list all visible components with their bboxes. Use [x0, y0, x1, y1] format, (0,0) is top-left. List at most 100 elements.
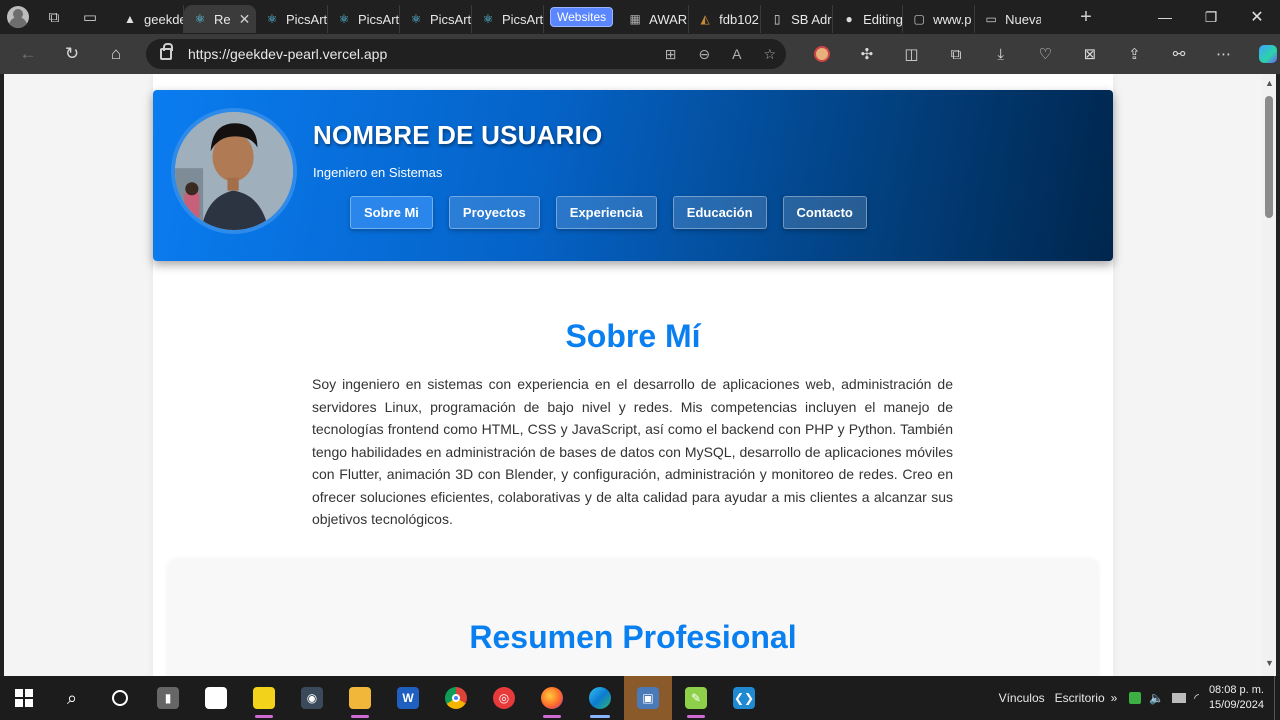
scroll-up-icon[interactable]: ▲	[1265, 78, 1274, 88]
screenshot-icon[interactable]: ⊠	[1068, 34, 1113, 74]
edge-icon	[589, 687, 611, 709]
taskbar-app-vscode[interactable]: ❮❯	[720, 676, 768, 720]
file-icon	[205, 687, 227, 709]
favorite-star-icon[interactable]: ☆	[763, 46, 776, 63]
volume-icon[interactable]: 🔈	[1149, 691, 1164, 705]
split-screen-icon[interactable]: ◫	[889, 34, 934, 74]
restore-icon[interactable]: ❐	[1188, 0, 1234, 34]
taskbar-app-remote-desktop[interactable]: ▣	[624, 676, 672, 720]
clock-time: 08:08 p. m.	[1208, 684, 1264, 696]
task-view-icon[interactable]	[96, 676, 144, 720]
vercel-icon: ▲	[124, 12, 136, 26]
zoom-icon[interactable]: ⊖	[698, 46, 710, 63]
profile-icon	[7, 6, 29, 28]
tab-picsart-3[interactable]: ⚛ PicsArt	[400, 5, 472, 33]
new-tab-plus-icon[interactable]: +	[1068, 0, 1104, 34]
scroll-down-icon[interactable]: ▼	[1265, 658, 1274, 668]
more-menu-icon[interactable]: ⋯	[1201, 34, 1246, 74]
lock-icon[interactable]	[160, 43, 173, 60]
profile-avatar[interactable]	[0, 0, 36, 34]
search-icon[interactable]: ⌕	[48, 676, 96, 720]
copilot-icon[interactable]	[1246, 34, 1280, 74]
tab-active-react[interactable]: ⚛ Re ✕	[184, 5, 256, 33]
downloads-icon[interactable]: ⤓	[978, 34, 1023, 74]
page-scrollbar[interactable]: ▲ ▼	[1262, 74, 1276, 676]
read-aloud-icon[interactable]: A	[732, 46, 741, 62]
sticky-notes-icon	[253, 687, 275, 709]
taskbar-app-firefox[interactable]	[528, 676, 576, 720]
tray-app-icon[interactable]	[1129, 692, 1142, 704]
back-icon[interactable]: ←	[6, 34, 50, 74]
app-install-icon[interactable]: ⊞	[665, 46, 677, 63]
taskbar-app-camera[interactable]: ◉	[288, 676, 336, 720]
collections-icon[interactable]: ⧉	[934, 34, 979, 74]
nav-sobre-mi-button[interactable]: Sobre Mi	[350, 196, 433, 229]
page-icon: ▦	[629, 12, 641, 26]
tab-label: SB Adr	[791, 11, 832, 27]
tab-label: PicsArt	[358, 11, 400, 27]
url-text[interactable]: https://geekdev-pearl.vercel.app	[188, 46, 387, 62]
taskbar-app-mic[interactable]: ▮	[144, 676, 192, 720]
tray-desktop-toolbar[interactable]: Escritorio	[1055, 691, 1105, 705]
address-bar[interactable]: https://geekdev-pearl.vercel.app ⊞ ⊖ A ☆	[146, 39, 786, 69]
taskbar-app-file-explorer[interactable]	[336, 676, 384, 720]
page-viewport: NOMBRE DE USUARIO Ingeniero en Sistemas …	[4, 74, 1262, 676]
wifi-icon[interactable]: ◜	[1194, 691, 1199, 705]
display-icon[interactable]	[1172, 693, 1187, 703]
tab-award[interactable]: ▦ AWARD	[619, 5, 690, 33]
extension-avatar-icon[interactable]	[800, 34, 845, 74]
show-desktop-button[interactable]	[1274, 676, 1280, 720]
performance-icon[interactable]: ♡	[1023, 34, 1068, 74]
tab-label: PicsArt	[286, 11, 328, 27]
address-bar-actions: ⊞ ⊖ A ☆	[665, 39, 776, 69]
taskbar-app-notepadpp[interactable]: ✎	[672, 676, 720, 720]
system-clock[interactable]: 08:08 p. m. 15/09/2024	[1209, 683, 1264, 713]
tab-fdb[interactable]: ◭ fdb102	[689, 5, 762, 33]
tab-www[interactable]: ▢ www.p	[903, 5, 976, 33]
react-icon: ⚛	[482, 12, 494, 26]
tab-sb-admin[interactable]: ▯ SB Adr	[761, 5, 834, 33]
nav-educacion-button[interactable]: Educación	[672, 196, 767, 229]
refresh-icon[interactable]: ↻	[50, 34, 94, 74]
firefox-icon	[541, 687, 563, 709]
scrollbar-thumb[interactable]	[1265, 96, 1273, 218]
word-icon: W	[397, 687, 419, 709]
close-tab-icon[interactable]: ✕	[239, 11, 251, 28]
microphone-app-icon: ▮	[157, 687, 179, 709]
taskbar-app-word[interactable]: W	[384, 676, 432, 720]
browser-essentials-icon[interactable]: ⚯	[1157, 34, 1202, 74]
chrome-icon	[445, 687, 467, 709]
tab-picsart-2[interactable]: ⚛ PicsArt	[328, 5, 400, 33]
browser-tab-strip: ⧉ ▭ ▲ geekde ⚛ Re ✕ ⚛ PicsArt ⚛ PicsArt …	[0, 0, 1280, 34]
toolbar-overflow-icon[interactable]: »	[1111, 691, 1118, 705]
taskbar-app-record[interactable]: ◎	[480, 676, 528, 720]
about-heading: Sobre Mí	[565, 318, 701, 354]
start-button[interactable]	[0, 676, 48, 720]
tab-new[interactable]: ▭ Nueva	[975, 5, 1041, 33]
extensions-icon[interactable]: ✣	[845, 34, 890, 74]
tray-links-toolbar[interactable]: Vínculos	[999, 691, 1045, 705]
taskbar-app-notepad[interactable]	[192, 676, 240, 720]
workspaces-icon[interactable]: ⧉	[36, 0, 72, 34]
taskbar-app-sticky-notes[interactable]	[240, 676, 288, 720]
user-role-subtitle: Ingeniero en Sistemas	[313, 165, 443, 180]
tab-picsart-4[interactable]: ⚛ PicsArt	[472, 5, 544, 33]
share-icon[interactable]: ⇪	[1112, 34, 1157, 74]
minimize-icon[interactable]: —	[1142, 0, 1188, 34]
tab-geekdev[interactable]: ▲ geekde	[114, 5, 184, 33]
tab-actions-icon[interactable]: ▭	[72, 0, 108, 34]
taskbar-app-edge[interactable]	[576, 676, 624, 720]
tab-editing[interactable]: ● Editing	[833, 5, 904, 33]
tab-group-websites[interactable]: Websites	[550, 7, 614, 27]
tab-label: PicsArt	[430, 11, 472, 27]
taskbar-app-chrome[interactable]	[432, 676, 480, 720]
close-window-icon[interactable]: ✕	[1234, 0, 1280, 34]
nav-experiencia-button[interactable]: Experiencia	[555, 196, 657, 229]
home-icon[interactable]: ⌂	[94, 34, 138, 74]
tab-picsart-1[interactable]: ⚛ PicsArt	[256, 5, 328, 33]
react-icon: ⚛	[410, 12, 422, 26]
clock-date: 15/09/2024	[1208, 699, 1264, 711]
nav-contacto-button[interactable]: Contacto	[782, 196, 867, 229]
nav-proyectos-button[interactable]: Proyectos	[448, 196, 540, 229]
record-icon: ◎	[493, 687, 515, 709]
